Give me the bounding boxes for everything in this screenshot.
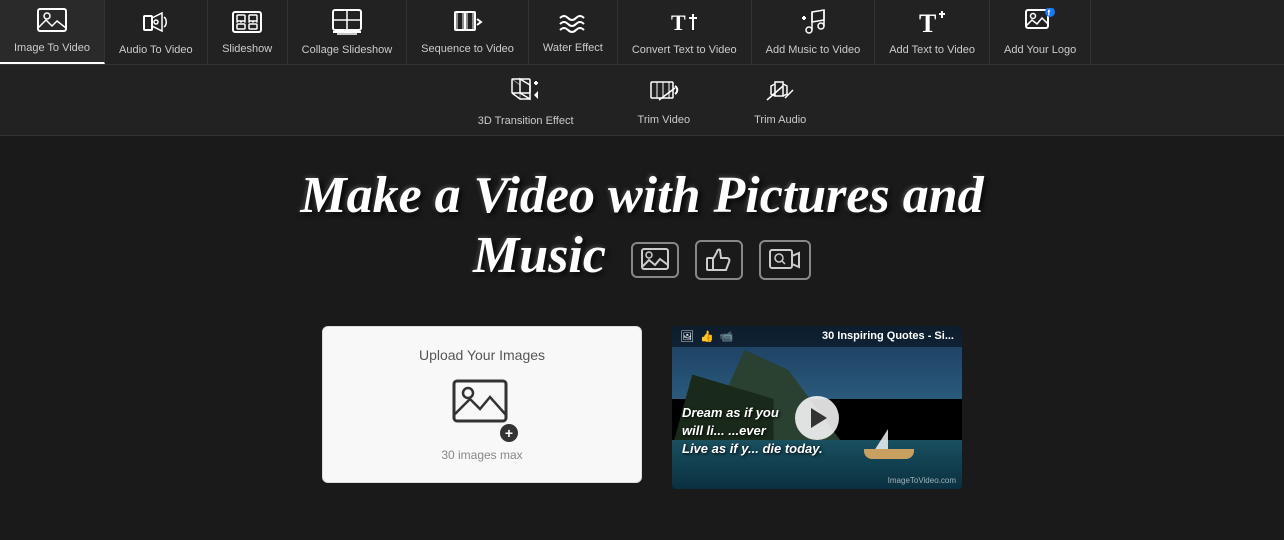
svg-text:f: f [1048, 9, 1051, 18]
upload-box[interactable]: Upload Your Images + 30 images max [322, 326, 642, 483]
nav-item-3d-transition[interactable]: 3D Transition Effect [466, 73, 586, 131]
nav-item-add-music-to-video[interactable]: Add Music to Video [752, 0, 876, 64]
video-overlay: 🖼👍📹 30 Inspiring Quotes - Si... Dream as… [672, 326, 962, 489]
nav-label-audio-to-video: Audio To Video [119, 44, 193, 56]
nav-label-slideshow: Slideshow [222, 43, 272, 55]
trim-video-label: Trim Video [638, 114, 691, 126]
add-your-logo-icon: f [1025, 8, 1055, 40]
main-content: Upload Your Images + 30 images max [0, 306, 1284, 509]
nav-label-add-text-to-video: Add Text to Video [889, 44, 975, 56]
nav-item-convert-text-to-video[interactable]: T Convert Text to Video [618, 0, 752, 64]
convert-text-to-video-icon: T [669, 8, 699, 40]
nav-item-water-effect[interactable]: Water Effect [529, 0, 618, 64]
nav-item-collage-slideshow[interactable]: Collage Slideshow [288, 0, 408, 64]
nav-label-water-effect: Water Effect [543, 42, 603, 54]
nav-item-sequence-to-video[interactable]: Sequence to Video [407, 0, 529, 64]
hero-title: Make a Video with Pictures and Music [20, 166, 1264, 286]
water-effect-icon [558, 10, 588, 38]
video-title: 30 Inspiring Quotes - Si... [822, 330, 954, 342]
nav-item-image-to-video[interactable]: Image To Video [0, 0, 105, 64]
image-to-video-icon [37, 8, 67, 38]
video-preview[interactable]: 🖼👍📹 30 Inspiring Quotes - Si... Dream as… [672, 326, 962, 489]
slideshow-icon [232, 9, 262, 39]
add-music-to-video-icon [798, 8, 828, 40]
nav-label-image-to-video: Image To Video [14, 42, 90, 54]
nav-label-add-music-to-video: Add Music to Video [766, 44, 861, 56]
hero-video-search-icon[interactable] [759, 240, 811, 280]
collage-slideshow-icon [332, 8, 362, 40]
video-top-bar: 🖼👍📹 30 Inspiring Quotes - Si... [672, 326, 962, 347]
svg-text:T: T [919, 9, 936, 36]
trim-video-icon [649, 78, 679, 110]
svg-text:T: T [671, 10, 686, 35]
upload-plus-icon: + [500, 424, 518, 442]
nav-label-sequence-to-video: Sequence to Video [421, 43, 514, 55]
trim-audio-label: Trim Audio [754, 114, 806, 126]
hero-icons [631, 240, 811, 280]
sequence-to-video-icon [453, 9, 483, 39]
nav-item-trim-audio[interactable]: Trim Audio [742, 74, 818, 130]
nav-item-add-text-to-video[interactable]: T Add Text to Video [875, 0, 990, 64]
nav-label-add-your-logo: Add Your Logo [1004, 44, 1076, 56]
upload-label: Upload Your Images [419, 347, 545, 363]
video-top-icons: 🖼👍📹 [680, 330, 733, 343]
3d-transition-icon [510, 77, 542, 111]
second-navigation: 3D Transition Effect Trim Video [0, 65, 1284, 136]
hero-like-icon[interactable] [695, 240, 743, 280]
nav-item-slideshow[interactable]: Slideshow [208, 0, 288, 64]
hero-section: Make a Video with Pictures and Music [0, 136, 1284, 306]
top-navigation: Image To Video Audio To Video Slideshow [0, 0, 1284, 65]
nav-label-collage-slideshow: Collage Slideshow [302, 44, 393, 56]
upload-limit: 30 images max [441, 448, 522, 462]
video-quote: Dream as if you will li... ...ever Live … [682, 404, 952, 459]
add-text-to-video-icon: T [917, 8, 947, 40]
nav-item-add-your-logo[interactable]: f Add Your Logo [990, 0, 1091, 64]
nav-label-convert-text-to-video: Convert Text to Video [632, 44, 737, 56]
hero-image-icon[interactable] [631, 242, 679, 278]
nav-item-trim-video[interactable]: Trim Video [626, 74, 703, 130]
nav-item-audio-to-video[interactable]: Audio To Video [105, 0, 208, 64]
video-watermark: ImageToVideo.com [888, 476, 956, 485]
audio-to-video-icon [142, 8, 170, 40]
trim-audio-icon [765, 78, 795, 110]
3d-transition-label: 3D Transition Effect [478, 115, 574, 127]
upload-icon-container: + [452, 377, 512, 438]
